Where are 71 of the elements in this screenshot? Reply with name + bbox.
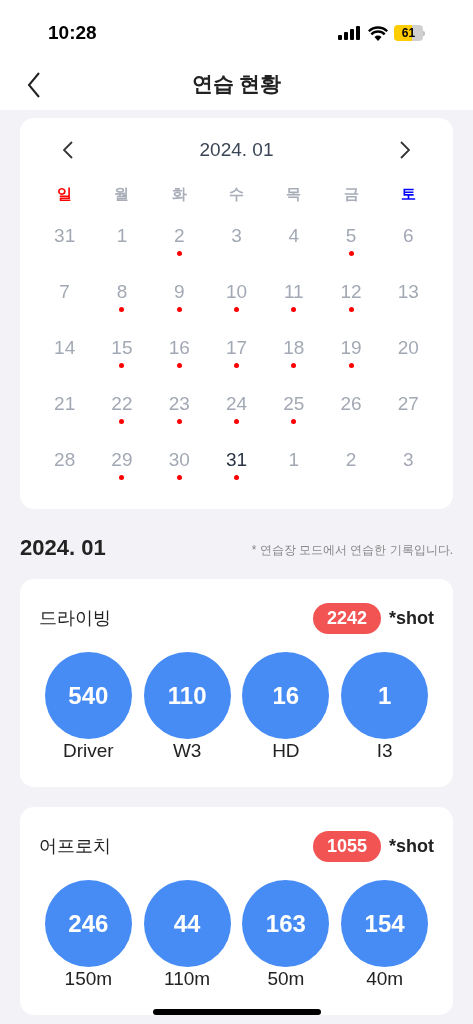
calendar-day[interactable]: 2 <box>173 225 185 247</box>
calendar-day[interactable]: 1 <box>288 449 300 471</box>
calendar-day[interactable]: 23 <box>168 393 190 415</box>
calendar-day[interactable]: 24 <box>225 393 248 415</box>
category-title: 어프로치 <box>39 835 111 858</box>
shot-count: 540 <box>44 652 132 739</box>
calendar-day[interactable]: 31 <box>54 225 76 247</box>
total-count: 2242 <box>312 603 381 634</box>
club-label: I3 <box>376 739 393 763</box>
club-label: 150m <box>64 967 113 991</box>
calendar-day[interactable]: 6 <box>403 225 414 247</box>
calendar-day[interactable]: 12 <box>340 281 362 303</box>
calendar-day[interactable]: 13 <box>397 281 419 303</box>
month-label: 2024. 01 <box>199 138 274 162</box>
calendar-day[interactable]: 17 <box>225 337 248 359</box>
calendar-day[interactable]: 3 <box>403 449 414 471</box>
weekday-label: 토 <box>400 183 416 204</box>
weekday-label: 월 <box>114 183 130 204</box>
status-time: 10:28 <box>48 20 97 45</box>
category-title: 드라이빙 <box>39 607 111 630</box>
calendar-day[interactable]: 31 <box>225 449 248 471</box>
shot-count: 44 <box>143 880 231 967</box>
calendar-day[interactable]: 11 <box>283 281 304 303</box>
shot-count: 163 <box>242 880 330 967</box>
weekday-label: 목 <box>286 183 302 204</box>
calendar-day[interactable]: 5 <box>345 225 357 247</box>
calendar-day[interactable]: 18 <box>283 337 305 359</box>
club-label: 40m <box>366 967 404 991</box>
weekday-label: 수 <box>229 183 244 204</box>
calendar-day[interactable]: 2 <box>345 449 357 471</box>
shot-count: 16 <box>242 652 330 739</box>
calendar-day[interactable]: 14 <box>54 337 76 359</box>
calendar-day[interactable]: 1 <box>116 225 128 247</box>
unit-label: *shot <box>389 835 434 858</box>
shot-count: 110 <box>143 652 231 739</box>
shot-count: 1 <box>341 652 429 739</box>
club-label: Driver <box>63 739 114 763</box>
calendar-day[interactable]: 30 <box>168 449 190 471</box>
calendar-day[interactable]: 21 <box>54 393 76 415</box>
calendar-day[interactable]: 19 <box>340 337 362 359</box>
calendar-day[interactable]: 16 <box>168 337 190 359</box>
calendar-day[interactable]: 25 <box>283 393 305 415</box>
calendar-day[interactable]: 15 <box>111 337 133 359</box>
unit-label: *shot <box>389 607 434 630</box>
note-text: * 연습장 모드에서 연습한 기록입니다. <box>251 542 453 559</box>
shot-count: 154 <box>341 880 429 967</box>
calendar-day[interactable]: 7 <box>59 281 70 303</box>
club-label: W3 <box>172 739 202 763</box>
section-date: 2024. 01 <box>20 537 106 559</box>
weekday-label: 일 <box>57 183 73 204</box>
calendar-day[interactable]: 4 <box>288 225 300 247</box>
calendar-day[interactable]: 28 <box>54 449 76 471</box>
weekday-label: 금 <box>343 183 359 204</box>
weekday-label: 화 <box>171 183 187 204</box>
calendar-day[interactable]: 3 <box>231 225 242 247</box>
club-label: HD <box>272 739 300 763</box>
club-label: 50m <box>267 967 305 991</box>
calendar-day[interactable]: 29 <box>111 449 133 471</box>
signal-icon <box>338 26 362 40</box>
total-count: 1055 <box>312 831 381 862</box>
shot-count: 246 <box>44 880 132 967</box>
calendar-day[interactable]: 8 <box>116 281 128 303</box>
calendar-day[interactable]: 22 <box>111 393 133 415</box>
calendar-day[interactable]: 20 <box>397 337 419 359</box>
club-label: 110m <box>164 967 211 991</box>
wifi-icon <box>368 25 388 41</box>
page-title: 연습 현황 <box>191 71 282 98</box>
calendar-day[interactable]: 9 <box>173 281 185 303</box>
calendar-day[interactable]: 26 <box>340 393 362 415</box>
calendar-day[interactable]: 27 <box>397 393 419 415</box>
calendar-day[interactable]: 10 <box>225 281 248 303</box>
